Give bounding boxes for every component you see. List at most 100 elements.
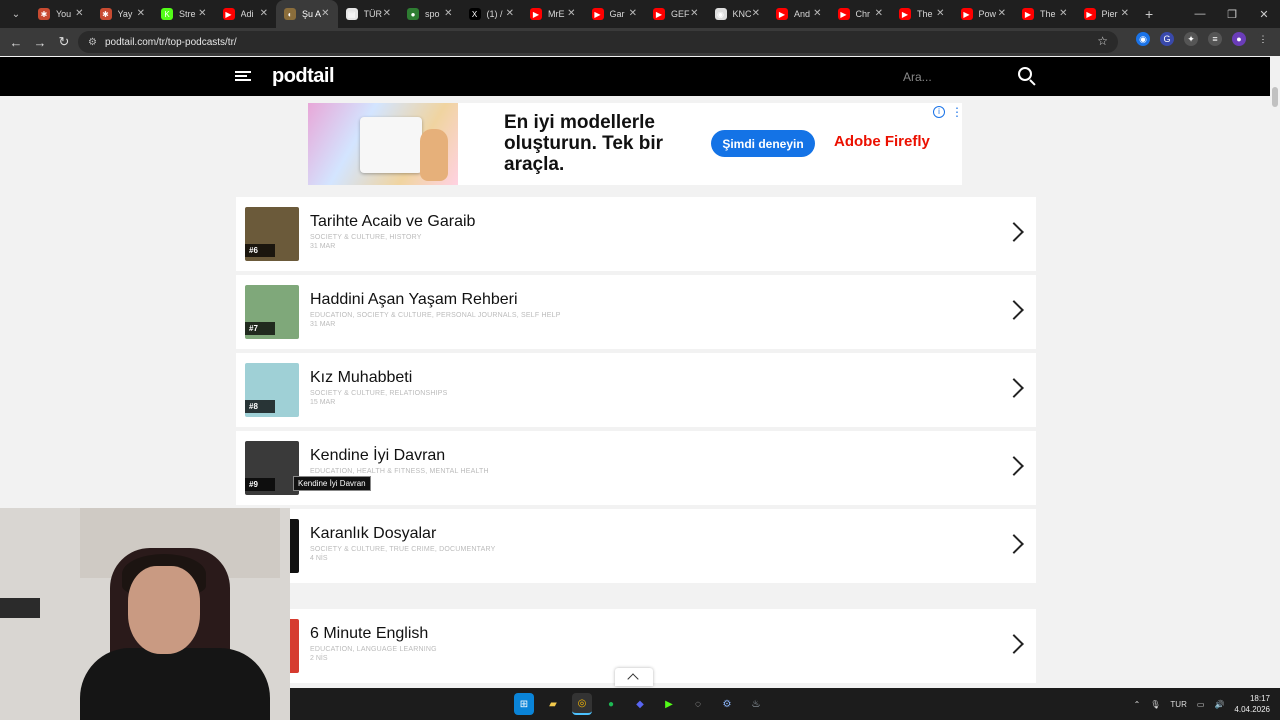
tray-overflow-icon[interactable]: ⌃ <box>1134 700 1141 709</box>
browser-tab[interactable]: ▤ TÜR ✕ <box>338 0 400 28</box>
profile-avatar[interactable]: ● <box>1232 32 1246 46</box>
obs-icon[interactable]: ◌ <box>688 693 708 715</box>
network-icon[interactable]: ▭ <box>1197 700 1205 709</box>
chrome-icon[interactable]: ◎ <box>572 693 592 715</box>
browser-tab[interactable]: ▶ The ✕ <box>891 0 953 28</box>
page-scrollbar[interactable] <box>1270 57 1280 688</box>
browser-tab[interactable]: ▶ Chr ✕ <box>830 0 892 28</box>
ad-info-icon[interactable]: i <box>933 106 945 118</box>
podcast-cover[interactable]: #6 <box>245 207 299 261</box>
tab-close-icon[interactable]: ✕ <box>936 8 944 19</box>
chevron-right-icon[interactable] <box>1004 222 1024 242</box>
start-icon[interactable]: ⊞ <box>514 693 534 715</box>
tab-close-icon[interactable]: ✕ <box>198 8 206 19</box>
back-icon[interactable]: ← <box>4 30 28 54</box>
tab-close-icon[interactable]: ✕ <box>752 8 760 19</box>
file-explorer-icon[interactable]: ▰ <box>543 693 563 715</box>
tab-close-icon[interactable]: ✕ <box>690 8 698 19</box>
browser-tab[interactable]: ▶ Pier ✕ <box>1076 0 1138 28</box>
podcast-cover[interactable]: #9 <box>245 441 299 495</box>
close-window-icon[interactable]: ✕ <box>1248 8 1280 21</box>
browser-tab[interactable]: ◉ KNC ✕ <box>707 0 769 28</box>
browser-tab[interactable]: ▶ And ✕ <box>768 0 830 28</box>
scrollbar-thumb[interactable] <box>1272 87 1278 107</box>
minimize-icon[interactable]: — <box>1184 8 1216 20</box>
browser-tab[interactable]: ▶ Pow ✕ <box>953 0 1015 28</box>
podcast-row[interactable]: #6 Tarihte Acaib ve Garaib SOCIETY & CULTU… <box>236 197 1036 271</box>
extensions-puzzle-icon[interactable]: ✦ <box>1184 32 1198 46</box>
browser-tab[interactable]: ▶ Gar ✕ <box>584 0 646 28</box>
browser-tab[interactable]: K Stre ✕ <box>153 0 215 28</box>
podcast-title[interactable]: Tarihte Acaib ve Garaib <box>310 213 475 231</box>
hamburger-menu-icon[interactable] <box>235 71 251 81</box>
tab-close-icon[interactable]: ✕ <box>506 8 514 19</box>
podcast-row[interactable]: #8 Kız Muhabbeti SOCIETY & CULTURE, RELATI… <box>236 353 1036 427</box>
settings-icon[interactable]: ⚙ <box>717 693 737 715</box>
chevron-right-icon[interactable] <box>1004 456 1024 476</box>
site-logo[interactable]: podtail <box>272 65 335 88</box>
tab-close-icon[interactable]: ✕ <box>75 8 83 19</box>
forward-icon[interactable]: → <box>28 30 52 54</box>
podcast-title[interactable]: Kız Muhabbeti <box>310 369 412 387</box>
advertisement-banner[interactable]: En iyi modellerle oluşturun. Tek bir ara… <box>308 103 963 185</box>
tab-search-icon[interactable]: ⌄ <box>4 4 28 24</box>
volume-icon[interactable]: 🔊 <box>1214 700 1224 709</box>
site-info-icon[interactable]: ⚙ <box>88 37 97 48</box>
discord-icon[interactable]: ◆ <box>630 693 650 715</box>
tab-close-icon[interactable]: ✕ <box>813 8 821 19</box>
podcast-title[interactable]: 6 Minute English <box>310 625 428 643</box>
browser-menu-icon[interactable]: ⋮ <box>1256 32 1270 46</box>
browser-tab[interactable]: ✱ You ✕ <box>30 0 92 28</box>
tab-close-icon[interactable]: ✕ <box>629 8 637 19</box>
podcast-row[interactable]: #9 Kendine İyi Davran EDUCATION, HEALTH & … <box>236 431 1036 505</box>
scroll-to-top-button[interactable] <box>615 668 653 686</box>
media-controls-icon[interactable]: ≡ <box>1208 32 1222 46</box>
chevron-right-icon[interactable] <box>1004 634 1024 654</box>
restore-icon[interactable]: ❐ <box>1216 8 1248 21</box>
podcast-cover[interactable]: #7 <box>245 285 299 339</box>
clock[interactable]: 18:17 4.04.2026 <box>1234 693 1270 715</box>
podcast-row[interactable]: #7 Haddini Aşan Yaşam Rehberi EDUCATION, S… <box>236 275 1036 349</box>
podcast-row[interactable]: Karanlık Dosyalar SOCIETY & CULTURE, TRUE… <box>236 509 1036 583</box>
tab-close-icon[interactable]: ✕ <box>383 8 391 19</box>
podcast-title[interactable]: Haddini Aşan Yaşam Rehberi <box>310 291 518 309</box>
podcast-title[interactable]: Karanlık Dosyalar <box>310 525 436 543</box>
search-icon[interactable] <box>1018 67 1036 86</box>
chevron-right-icon[interactable] <box>1004 534 1024 554</box>
spotify-icon[interactable]: ● <box>601 693 621 715</box>
tab-close-icon[interactable]: ✕ <box>137 8 145 19</box>
browser-tab[interactable]: ▶ GEF ✕ <box>645 0 707 28</box>
tab-close-icon[interactable]: ✕ <box>321 8 329 19</box>
steam-icon[interactable]: ♨ <box>746 693 766 715</box>
kick-icon[interactable]: ▶ <box>659 693 679 715</box>
reload-icon[interactable]: ↻ <box>52 30 76 54</box>
microphone-icon[interactable]: 🎙 <box>1150 700 1160 709</box>
address-bar[interactable]: ⚙ podtail.com/tr/top-podcasts/tr/ ☆ <box>78 31 1118 53</box>
bookmark-star-icon[interactable]: ☆ <box>1097 34 1108 48</box>
chevron-right-icon[interactable] <box>1004 300 1024 320</box>
tab-close-icon[interactable]: ✕ <box>1121 8 1129 19</box>
tab-close-icon[interactable]: ✕ <box>875 8 883 19</box>
url-text[interactable]: podtail.com/tr/top-podcasts/tr/ <box>105 37 237 48</box>
podcast-title[interactable]: Kendine İyi Davran <box>310 447 445 465</box>
browser-tab[interactable]: ▶ Adi ✕ <box>215 0 277 28</box>
search-input[interactable]: Ara... <box>903 70 932 84</box>
new-tab-button[interactable]: + <box>1145 6 1153 22</box>
browser-tab[interactable]: ● spo ✕ <box>399 0 461 28</box>
extension-icon[interactable]: G <box>1160 32 1174 46</box>
browser-tab[interactable]: ▶ MrE ✕ <box>522 0 584 28</box>
tab-close-icon[interactable]: ✕ <box>260 8 268 19</box>
browser-tab[interactable]: ▶ The ✕ <box>1014 0 1076 28</box>
tab-close-icon[interactable]: ✕ <box>444 8 452 19</box>
browser-tab[interactable]: ◐ Şu A ✕ <box>276 0 338 28</box>
podcast-cover[interactable]: #8 <box>245 363 299 417</box>
browser-tab[interactable]: X (1) / ✕ <box>461 0 523 28</box>
cast-icon[interactable]: ◉ <box>1136 32 1150 46</box>
tab-close-icon[interactable]: ✕ <box>998 8 1006 19</box>
ad-menu-icon[interactable]: ⋮ <box>951 106 963 118</box>
browser-tab[interactable]: ✱ Yay ✕ <box>92 0 154 28</box>
tab-close-icon[interactable]: ✕ <box>567 8 575 19</box>
chevron-right-icon[interactable] <box>1004 378 1024 398</box>
language-indicator[interactable]: TUR <box>1170 700 1186 709</box>
tab-close-icon[interactable]: ✕ <box>1059 8 1067 19</box>
